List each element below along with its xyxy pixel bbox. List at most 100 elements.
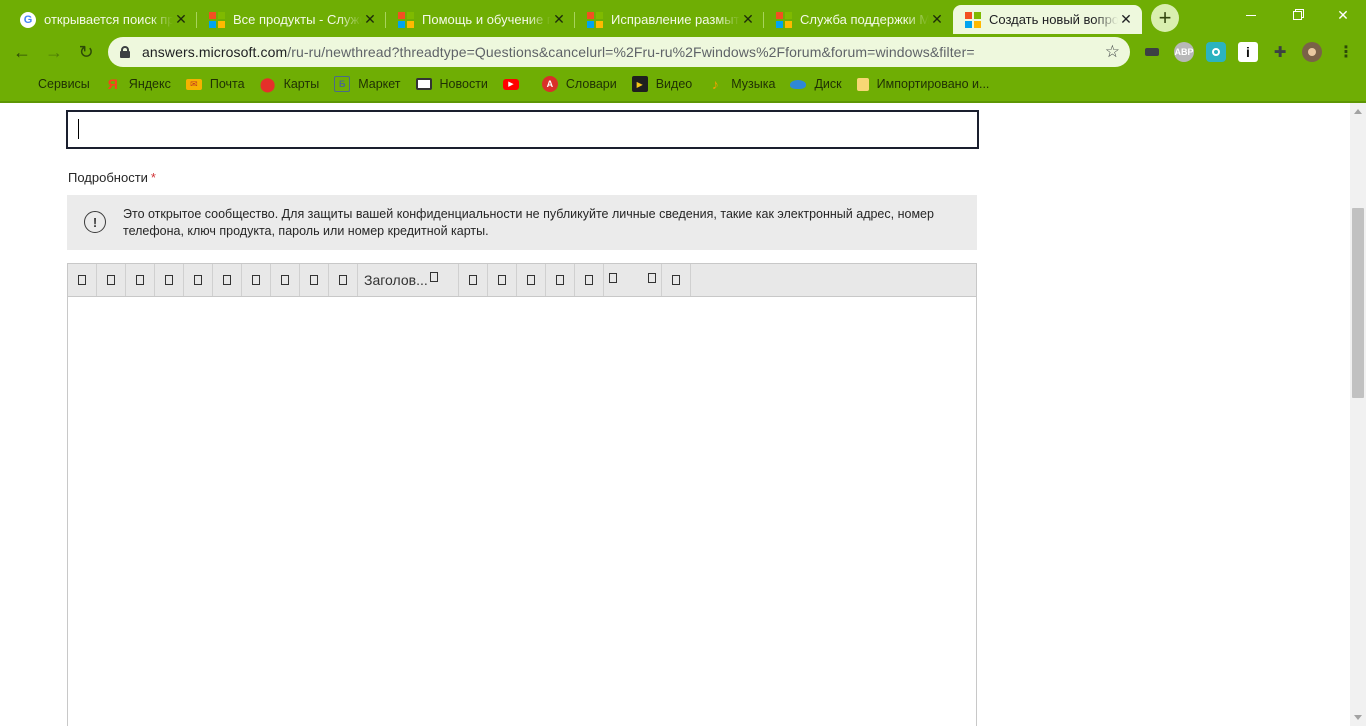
close-icon[interactable]: ✕ — [929, 11, 945, 28]
bookmark-mail[interactable]: ✉ Почта — [185, 77, 245, 91]
editor-code-button[interactable] — [546, 264, 575, 296]
profile-avatar-icon[interactable] — [1302, 42, 1322, 62]
editor-superscript-button[interactable] — [184, 264, 213, 296]
bookmark-market[interactable]: Б Маркет — [334, 76, 401, 92]
details-label-text: Подробности — [68, 170, 148, 185]
video-icon: ▶ — [631, 76, 648, 92]
market-icon: Б — [334, 76, 351, 92]
close-window-button[interactable]: ✕ — [1320, 0, 1366, 30]
close-icon[interactable]: ✕ — [362, 11, 378, 28]
bookmarks-bar: Сервисы Я Яндекс ✉ Почта ⬤ Карты Б Марке… — [0, 70, 1366, 98]
editor-indent-button[interactable] — [329, 264, 358, 296]
editor-body[interactable] — [68, 298, 976, 726]
i-extension-icon[interactable]: i — [1238, 42, 1258, 62]
chevron-down-icon — [648, 273, 656, 283]
editor-underline-button[interactable] — [126, 264, 155, 296]
bookmark-star-icon[interactable]: ☆ — [1105, 42, 1120, 62]
bookmark-imported-folder[interactable]: Импортировано и... — [856, 77, 989, 91]
tab-support[interactable]: Служба поддержки Mic ✕ — [764, 5, 953, 34]
page-scrollbar[interactable] — [1350, 103, 1366, 726]
bookmark-dictionary[interactable]: A Словари — [541, 76, 617, 92]
privacy-notice: ! Это открытое сообщество. Для защиты ва… — [67, 195, 977, 250]
youtube-icon: ▶ — [502, 78, 519, 90]
browser-menu-icon[interactable]: ⋮ — [1336, 42, 1356, 62]
editor-outdent-button[interactable] — [300, 264, 329, 296]
url-text: answers.microsoft.com/ru-ru/newthread?th… — [142, 44, 975, 60]
italic-icon — [107, 275, 115, 285]
subscript-icon — [223, 275, 231, 285]
unlink-icon — [498, 275, 506, 285]
text-color-icon — [609, 273, 617, 283]
editor-more-button[interactable] — [662, 264, 691, 296]
tab-new-question[interactable]: Создать новый вопрос ✕ — [953, 5, 1142, 34]
editor-bulleted-list-button[interactable] — [242, 264, 271, 296]
editor-table-button[interactable] — [575, 264, 604, 296]
outdent-icon — [310, 275, 318, 285]
camera-extension-icon[interactable] — [1142, 42, 1162, 62]
tab-all-products[interactable]: Все продукты - Служба ✕ — [197, 5, 386, 34]
minimize-button[interactable] — [1228, 0, 1274, 30]
editor-numbered-list-button[interactable] — [271, 264, 300, 296]
close-icon[interactable]: ✕ — [1118, 11, 1134, 28]
adblock-extension-icon[interactable]: ABP — [1174, 42, 1194, 62]
news-icon — [415, 78, 432, 90]
browser-chrome: G открывается поиск при ✕ Все продукты -… — [0, 0, 1366, 103]
editor-unlink-button[interactable] — [488, 264, 517, 296]
puzzle-extensions-icon[interactable]: ✚ — [1270, 42, 1290, 62]
editor-bold-button[interactable] — [68, 264, 97, 296]
editor-subscript-button[interactable] — [213, 264, 242, 296]
image-icon — [527, 275, 535, 285]
question-title-input[interactable] — [66, 110, 979, 149]
microsoft-icon — [776, 11, 792, 28]
tab-help-learning[interactable]: Помощь и обучение по ✕ — [386, 5, 575, 34]
close-icon[interactable]: ✕ — [551, 11, 567, 28]
tab-title: Помощь и обучение по — [422, 11, 551, 27]
bookmark-music[interactable]: ♪ Музыка — [707, 76, 776, 92]
indent-icon — [339, 275, 347, 285]
bookmark-news[interactable]: Новости — [415, 77, 488, 91]
reload-icon: ↻ — [78, 41, 94, 62]
bookmark-services[interactable]: Сервисы — [14, 76, 90, 92]
close-icon[interactable]: ✕ — [173, 11, 189, 28]
bookmark-disk[interactable]: Диск — [790, 77, 842, 91]
editor-image-button[interactable] — [517, 264, 546, 296]
editor-color-picker[interactable] — [604, 264, 662, 296]
editor-italic-button[interactable] — [97, 264, 126, 296]
tab-google-search[interactable]: G открывается поиск при ✕ — [8, 5, 197, 34]
address-bar[interactable]: answers.microsoft.com/ru-ru/newthread?th… — [108, 37, 1130, 67]
editor-strikethrough-button[interactable] — [155, 264, 184, 296]
microsoft-icon — [965, 11, 981, 28]
tab-fix-blurry[interactable]: Исправление размытого ✕ — [575, 5, 764, 34]
location-extension-icon[interactable] — [1206, 42, 1226, 62]
privacy-notice-text: Это открытое сообщество. Для защиты ваше… — [123, 207, 934, 238]
forward-button[interactable]: → — [40, 38, 68, 66]
dictionary-icon: A — [541, 76, 558, 92]
bulleted-list-icon — [252, 275, 260, 285]
tab-title: Создать новый вопрос — [989, 11, 1118, 27]
superscript-icon — [194, 275, 202, 285]
scroll-thumb[interactable] — [1352, 208, 1364, 398]
bookmark-maps[interactable]: ⬤ Карты — [260, 76, 319, 92]
bookmark-youtube[interactable]: ▶ — [502, 78, 527, 90]
editor-link-button[interactable] — [459, 264, 488, 296]
bookmark-label: Почта — [209, 77, 245, 91]
editor-format-dropdown[interactable]: Заголов... — [358, 264, 459, 296]
browser-toolbar: ← → ↻ answers.microsoft.com/ru-ru/newthr… — [0, 34, 1366, 70]
close-icon[interactable]: ✕ — [740, 11, 756, 28]
chevron-down-icon — [429, 272, 438, 282]
scroll-up-icon[interactable] — [1354, 109, 1362, 114]
tab-title: Исправление размытого — [611, 11, 740, 27]
bookmark-video[interactable]: ▶ Видео — [631, 76, 692, 92]
restore-button[interactable] — [1274, 0, 1320, 30]
bookmark-yandex[interactable]: Я Яндекс — [105, 76, 171, 92]
underline-icon — [136, 275, 144, 285]
info-circle-icon: ! — [84, 211, 106, 233]
back-button[interactable]: ← — [8, 38, 36, 66]
reload-button[interactable]: ↻ — [72, 38, 100, 66]
music-icon: ♪ — [711, 76, 719, 92]
new-tab-button[interactable]: + — [1151, 4, 1179, 32]
scroll-down-icon[interactable] — [1354, 715, 1362, 720]
page-content: Подробности * ! Это открытое сообщество. … — [0, 103, 1350, 726]
bookmark-label: Сервисы — [38, 77, 90, 91]
bookmark-label: Диск — [814, 77, 842, 91]
